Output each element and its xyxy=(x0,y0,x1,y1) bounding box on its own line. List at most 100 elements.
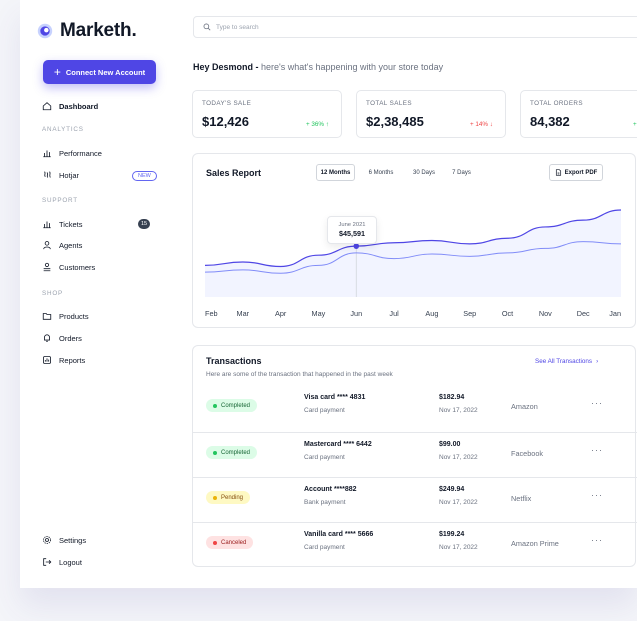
sidebar-item-logout[interactable]: Logout xyxy=(42,554,82,570)
card-name: Account ****882 xyxy=(304,486,357,493)
sidebar-item-orders[interactable]: Orders xyxy=(42,330,82,346)
x-tick-label: Oct xyxy=(502,309,513,318)
search-input[interactable]: Type to search xyxy=(193,16,637,38)
x-tick-label: May xyxy=(312,309,326,318)
stat-card-total-orders: TOTAL ORDERS 84,382 + xyxy=(520,90,637,138)
sidebar-item-label: Tickets xyxy=(59,219,83,229)
table-row[interactable]: Canceled Vanilla card **** 5666 Card pay… xyxy=(193,522,637,567)
merchant: Amazon Prime xyxy=(511,539,559,548)
gear-icon xyxy=(43,536,51,544)
chart-tooltip: June 2021 $45,591 xyxy=(327,216,377,244)
see-all-label: See All Transactions xyxy=(535,358,593,365)
logout-icon xyxy=(43,558,52,566)
date: Nov 17, 2022 xyxy=(439,499,478,506)
sidebar-item-label: Hotjar xyxy=(59,170,80,180)
x-tick-label: Mar xyxy=(237,309,250,318)
status-badge: Completed xyxy=(206,399,258,412)
x-tick-label: Apr xyxy=(275,309,287,318)
stat-value: $12,426 xyxy=(202,114,249,129)
bar-chart-icon xyxy=(43,150,51,158)
folder-icon xyxy=(42,313,52,320)
stat-card-todays-sale: TODAY'S SALE $12,426 + 36% ↑ xyxy=(192,90,342,138)
more-options-icon[interactable]: ··· xyxy=(591,535,603,545)
amount: $199.24 xyxy=(439,531,465,538)
series-area xyxy=(205,209,621,297)
stat-card-total-sales: TOTAL SALES $2,38,485 + 14% ↓ xyxy=(356,90,506,138)
tooltip-value: $45,591 xyxy=(339,229,365,238)
greeting: Hey Desmond - here's what's happening wi… xyxy=(193,62,443,72)
more-options-icon[interactable]: ··· xyxy=(591,398,603,408)
search-icon xyxy=(203,23,211,31)
date: Nov 17, 2022 xyxy=(439,544,478,551)
sidebar-item-label: Agents xyxy=(59,240,83,250)
amount: $249.94 xyxy=(439,486,465,493)
sidebar-item-settings[interactable]: Settings xyxy=(42,532,86,548)
merchant: Netflix xyxy=(511,494,532,503)
logo[interactable]: Marketh. xyxy=(36,20,137,42)
sidebar-item-customers[interactable]: Customers xyxy=(42,259,95,275)
bell-icon xyxy=(44,334,50,342)
table-row[interactable]: Completed Visa card **** 4831 Card payme… xyxy=(193,386,637,431)
date: Nov 17, 2022 xyxy=(439,454,478,461)
logo-text: Marketh. xyxy=(60,20,137,41)
amount: $99.00 xyxy=(439,441,461,448)
new-badge: NEW xyxy=(132,171,157,181)
sidebar-item-dashboard[interactable]: Dashboard xyxy=(42,98,98,114)
sidebar-item-tickets[interactable]: Tickets xyxy=(42,216,82,232)
connect-button-label: Connect New Account xyxy=(65,67,146,77)
greeting-name: Hey Desmond - xyxy=(193,62,259,72)
stat-change: + xyxy=(633,121,637,128)
see-all-transactions-link[interactable]: See All Transactions › xyxy=(535,358,598,365)
tickets-count-badge: 15 xyxy=(138,219,150,229)
plus-icon: + xyxy=(53,65,61,79)
user-icon xyxy=(43,241,51,250)
sidebar-item-label: Dashboard xyxy=(59,101,99,111)
table-row[interactable]: Completed Mastercard **** 6442 Card paym… xyxy=(193,432,637,477)
merchant: Amazon xyxy=(511,402,538,411)
report-icon xyxy=(43,356,51,364)
stat-value: $2,38,485 xyxy=(366,114,424,129)
payment-type: Card payment xyxy=(304,454,345,461)
more-options-icon[interactable]: ··· xyxy=(591,445,603,455)
chevron-right-icon: › xyxy=(596,358,599,365)
status-badge: Pending xyxy=(206,491,251,504)
sidebar-item-label: Orders xyxy=(59,333,82,343)
sidebar-item-label: Products xyxy=(59,311,89,321)
sidebar-item-products[interactable]: Products xyxy=(42,308,89,324)
payment-type: Bank payment xyxy=(304,499,346,506)
stat-label: TODAY'S SALE xyxy=(202,100,252,107)
home-icon xyxy=(42,102,52,111)
sales-chart: Feb Mar Apr May Jun Jul Aug Sep Oct Nov Dec Jan xyxy=(204,209,622,318)
section-label-analytics: ANALYTICS xyxy=(42,126,84,133)
sidebar-item-reports[interactable]: Reports xyxy=(42,352,85,368)
x-tick-label: Feb xyxy=(205,309,218,318)
connect-new-account-button[interactable]: + Connect New Account xyxy=(43,60,156,84)
sidebar-item-label: Customers xyxy=(59,262,96,272)
sidebar-item-label: Performance xyxy=(59,148,102,158)
card-name: Visa card **** 4831 xyxy=(304,394,366,401)
status-badge: Canceled xyxy=(206,536,254,549)
table-row[interactable]: Pending Account ****882 Bank payment $24… xyxy=(193,477,637,522)
stat-label: TOTAL SALES xyxy=(366,100,412,107)
sidebar-item-label: Settings xyxy=(59,535,87,545)
x-tick-label: Dec xyxy=(577,309,590,318)
stat-value: 84,382 xyxy=(530,114,570,129)
payment-type: Card payment xyxy=(304,407,345,414)
x-tick-label: Jan xyxy=(609,309,621,318)
more-options-icon[interactable]: ··· xyxy=(591,490,603,500)
highlight-point[interactable] xyxy=(353,243,360,249)
tooltip-date: June 2021 xyxy=(338,222,366,228)
greeting-text: here's what's happening with your store … xyxy=(261,62,444,72)
ticket-icon xyxy=(43,221,51,229)
users-icon xyxy=(43,262,51,272)
sidebar-item-performance[interactable]: Performance xyxy=(42,145,102,161)
sidebar-item-hotjar[interactable]: Hotjar xyxy=(42,167,79,183)
transactions-subtitle: Here are some of the transaction that ha… xyxy=(206,371,393,378)
x-tick-label: Jul xyxy=(389,309,399,318)
sidebar-item-agents[interactable]: Agents xyxy=(42,237,82,253)
x-tick-label: Aug xyxy=(425,309,438,318)
app-window: Marketh. + Connect New Account Dashboard… xyxy=(20,0,637,588)
status-badge: Completed xyxy=(206,446,258,459)
sidebar: Marketh. + Connect New Account Dashboard… xyxy=(20,0,178,588)
payment-type: Card payment xyxy=(304,544,345,551)
